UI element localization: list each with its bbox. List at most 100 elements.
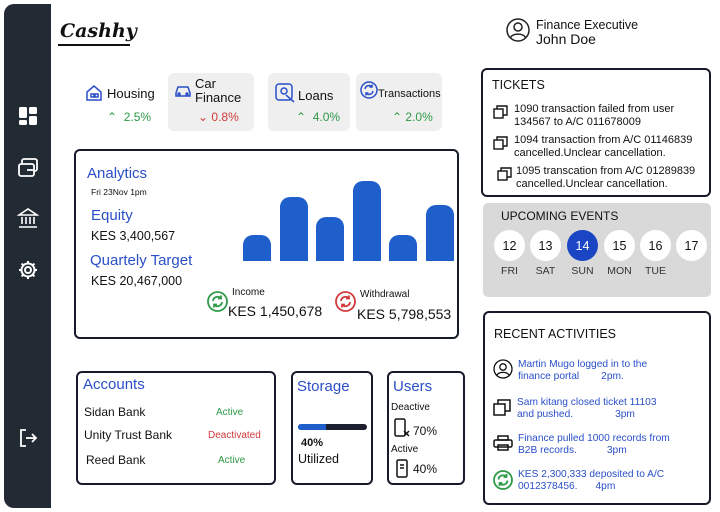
copy-icon <box>493 399 511 421</box>
stat-car-finance[interactable]: Car Finance ⌄ 0.8% <box>168 73 254 131</box>
events-card: UPCOMING EVENTS 12 13 14 15 16 17 FRI SA… <box>483 203 711 297</box>
stat-value: ⌃ 2.5% <box>107 110 152 124</box>
withdrawal-value: KES 5,798,553 <box>357 306 452 322</box>
logout-icon[interactable] <box>16 426 40 450</box>
copy-icon <box>493 105 508 129</box>
printer-icon <box>493 435 513 457</box>
stat-value: ⌃ 2.0% <box>392 110 433 124</box>
equity-value: KES 3,400,567 <box>91 229 176 243</box>
user-role: Finance Executive <box>536 17 639 32</box>
activity-time: 2pm. <box>601 371 624 382</box>
withdrawal-label: Withdrawal <box>360 289 410 300</box>
wallet-icon[interactable] <box>16 156 40 180</box>
ticket-item[interactable]: 1090 transaction failed from user 134567 … <box>493 103 674 129</box>
logo-underline <box>58 44 130 46</box>
account-name[interactable]: Unity Trust Bank <box>84 428 172 442</box>
income-label: Income <box>232 287 265 298</box>
settings-icon[interactable] <box>16 258 40 282</box>
phone-off-icon <box>394 418 410 443</box>
storage-label: Utilized <box>298 452 339 466</box>
stat-label: Housing <box>107 86 155 101</box>
event-day[interactable]: 13 <box>530 230 561 261</box>
ticket-line: 1090 transaction failed from user <box>514 103 675 115</box>
sidebar <box>4 4 51 508</box>
activity-text: Finance pulled 1000 records from <box>518 433 670 444</box>
accounts-card: Accounts Sidan Bank Active Unity Trust B… <box>76 371 276 485</box>
app-logo[interactable]: Cashhy <box>60 20 137 42</box>
event-day[interactable]: 16 <box>640 230 671 261</box>
activity-item[interactable]: Martin Mugo logged in to the finance port… <box>493 359 647 383</box>
stat-loans[interactable]: Loans ⌃ 4.0% <box>268 73 350 131</box>
ticket-line: 1095 transcation from A/C 01289839 <box>516 165 696 177</box>
house-icon <box>85 84 103 107</box>
dashboard-icon[interactable] <box>16 104 40 128</box>
ticket-line: cancelled.Unclear cancellation. <box>514 147 666 159</box>
deactive-value: 70% <box>413 424 438 438</box>
chart-bar <box>389 235 417 261</box>
target-value: KES 20,467,000 <box>91 274 183 288</box>
chart-bar <box>243 235 271 261</box>
stat-label: Car Finance <box>195 76 242 105</box>
stat-value: ⌄ 0.8% <box>198 110 239 124</box>
stat-housing[interactable]: Housing ⌃ 2.5% <box>78 73 162 131</box>
stat-transactions[interactable]: Transactions ⌃ 2.0% <box>356 73 442 131</box>
activity-text: KES 2,300,333 deposited to A/C <box>518 469 665 480</box>
event-day-selected[interactable]: 14 <box>567 230 598 261</box>
activity-item[interactable]: Finance pulled 1000 records from B2B reco… <box>493 433 670 457</box>
car-icon <box>174 84 192 103</box>
account-status: Active <box>218 455 246 466</box>
account-status: Deactivated <box>208 430 261 441</box>
storage-title: Storage <box>297 378 350 395</box>
user-icon <box>493 359 513 383</box>
activity-text: Martin Mugo logged in to the <box>518 359 648 370</box>
user-profile[interactable]: Finance Executive John Doe <box>506 18 638 47</box>
account-name[interactable]: Reed Bank <box>86 453 145 467</box>
stat-label: Loans <box>298 88 334 103</box>
loan-icon <box>274 82 296 109</box>
activity-text: 0012378456. <box>518 481 578 492</box>
chart-bar <box>279 197 308 261</box>
ticket-line: 1094 transaction from A/C 01146839 <box>514 134 693 146</box>
activity-text: Sam kitang closed ticket 11103 <box>517 397 657 408</box>
users-card: Users Deactive 70% Active 40% <box>387 371 465 485</box>
stat-label: Transactions <box>378 88 441 100</box>
analytics-date: Fri 23Nov 1pm <box>91 187 147 197</box>
chart-bar <box>425 205 454 261</box>
account-name[interactable]: Sidan Bank <box>84 405 145 419</box>
ticket-line: 134567 to A/C 011678009 <box>514 116 642 128</box>
activities-title: RECENT ACTIVITIES <box>494 327 617 341</box>
deposit-icon <box>493 470 513 494</box>
accounts-title: Accounts <box>83 376 145 393</box>
storage-card: Storage 40% Utilized <box>291 371 373 485</box>
analytics-title: Analytics <box>87 165 148 182</box>
event-weekday: MON <box>607 265 632 277</box>
account-status: Active <box>216 407 244 418</box>
active-label: Active <box>391 444 419 455</box>
copy-icon <box>497 167 512 191</box>
events-title: UPCOMING EVENTS <box>501 209 619 223</box>
bank-icon[interactable] <box>16 206 40 230</box>
user-avatar-icon <box>506 18 530 47</box>
ticket-item[interactable]: 1095 transcation from A/C 01289839 cancel… <box>497 165 695 191</box>
users-title: Users <box>393 378 433 395</box>
deactive-label: Deactive <box>391 402 430 413</box>
transactions-icon <box>360 81 378 104</box>
ticket-line: cancelled.Unclear cancellation. <box>516 178 668 190</box>
analytics-bar-chart <box>243 181 455 261</box>
activity-item[interactable]: Sam kitang closed ticket 11103 and pushed… <box>493 397 657 421</box>
ticket-item[interactable]: 1094 transaction from A/C 01146839 cancel… <box>493 134 692 160</box>
storage-percent: 40% <box>301 437 324 449</box>
event-day[interactable]: 12 <box>494 230 525 261</box>
event-day[interactable]: 15 <box>604 230 635 261</box>
tickets-title: TICKETS <box>492 78 545 92</box>
activity-time: 4pm <box>595 481 616 492</box>
activities-card: RECENT ACTIVITIES Martin Mugo logged in … <box>483 311 711 505</box>
activity-time: 3pm <box>615 409 635 420</box>
user-name: John Doe <box>536 30 596 47</box>
event-day[interactable]: 17 <box>676 230 707 261</box>
activity-text: B2B records. <box>518 445 577 456</box>
target-label: Quartely Target <box>90 252 193 269</box>
tickets-card: TICKETS 1090 transaction failed from use… <box>481 68 711 197</box>
event-weekday: SUN <box>571 265 594 277</box>
activity-item[interactable]: KES 2,300,333 deposited to A/C 0012378456… <box>493 469 664 494</box>
